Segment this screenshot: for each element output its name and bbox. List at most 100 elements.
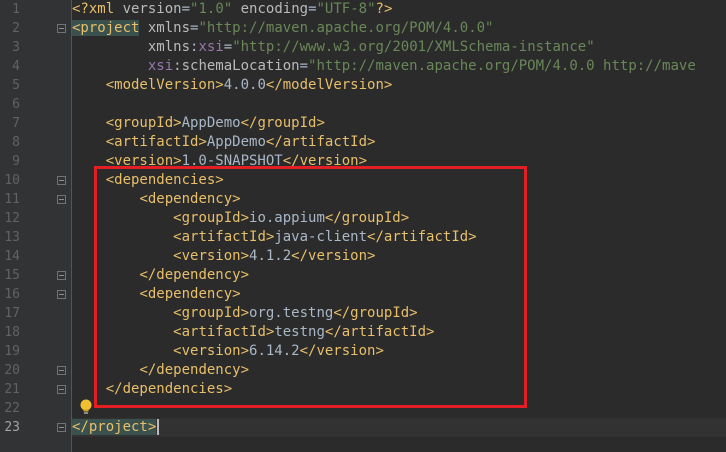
- code-token: =: [299, 58, 309, 74]
- code-token: <version>: [173, 248, 250, 264]
- fold-toggle-icon[interactable]: [57, 176, 66, 185]
- code-line[interactable]: <groupId>io.appium</groupId>: [72, 209, 726, 228]
- code-line[interactable]: </dependency>: [72, 361, 726, 380]
- code-line[interactable]: <artifactId>java-client</artifactId>: [72, 228, 726, 247]
- code-line[interactable]: [72, 399, 726, 418]
- code-line[interactable]: <version>4.1.2</version>: [72, 247, 726, 266]
- code-token: AppDemo: [181, 115, 241, 131]
- line-number: 12: [4, 211, 20, 226]
- line-number: 6: [12, 97, 20, 112]
- code-token: xmlns: [147, 39, 191, 55]
- text-caret: [157, 419, 160, 435]
- code-token: </project>: [72, 419, 157, 435]
- code-token: ?>: [375, 1, 393, 17]
- code-token: io.appium: [249, 210, 325, 226]
- code-token: =: [181, 1, 191, 17]
- code-token: <?: [72, 1, 89, 17]
- code-line-text: </dependencies>: [72, 380, 232, 399]
- code-line[interactable]: <version>6.14.2</version>: [72, 342, 726, 361]
- line-number: 1: [12, 2, 20, 17]
- code-token: </artifactId>: [324, 324, 435, 340]
- code-token: <artifactId>: [173, 229, 275, 245]
- code-token: xml: [88, 1, 123, 17]
- lightbulb-icon[interactable]: [79, 398, 93, 416]
- fold-toggle-icon[interactable]: [57, 195, 66, 204]
- line-number: 5: [12, 78, 20, 93]
- code-line[interactable]: <groupId>org.testng</groupId>: [72, 304, 726, 323]
- code-line-text: xmlns:xsi="http://www.w3.org/2001/XMLSch…: [72, 38, 595, 57]
- code-line[interactable]: [72, 95, 726, 114]
- code-line[interactable]: xsi:schemaLocation="http://maven.apache.…: [72, 57, 726, 76]
- code-line[interactable]: <modelVersion>4.0.0</modelVersion>: [72, 76, 726, 95]
- code-line[interactable]: xmlns:xsi="http://www.w3.org/2001/XMLSch…: [72, 38, 726, 57]
- code-token: </artifactId>: [367, 229, 477, 245]
- line-number: 11: [4, 192, 20, 207]
- code-line-text: <modelVersion>4.0.0</modelVersion>: [72, 76, 393, 95]
- code-line-text: <version>4.1.2</version>: [72, 247, 375, 266]
- fold-toggle-icon[interactable]: [57, 24, 66, 33]
- fold-toggle-icon[interactable]: [57, 290, 66, 299]
- code-token: encoding: [240, 1, 309, 17]
- code-token: "1.0": [190, 1, 233, 17]
- code-line[interactable]: <project xmlns="http://maven.apache.org/…: [72, 19, 726, 38]
- line-number: 7: [12, 116, 20, 131]
- code-token: </dependency>: [139, 267, 250, 283]
- code-line[interactable]: </project>: [72, 418, 726, 437]
- code-line[interactable]: <artifactId>testng</artifactId>: [72, 323, 726, 342]
- code-token: "http://maven.apache.org/POM/4.0.0 http:…: [308, 58, 696, 74]
- code-line-text: <groupId>AppDemo</groupId>: [72, 114, 325, 133]
- code-token: <modelVersion>: [105, 77, 224, 93]
- code-token: 6.14.2: [249, 343, 300, 359]
- line-number: 4: [12, 59, 20, 74]
- code-line-text: <artifactId>testng</artifactId>: [72, 323, 434, 342]
- fold-toggle-icon[interactable]: [57, 271, 66, 280]
- code-token: <dependency>: [139, 191, 241, 207]
- fold-toggle-icon[interactable]: [57, 385, 66, 394]
- code-line[interactable]: <groupId>AppDemo</groupId>: [72, 114, 726, 133]
- code-line-text: <artifactId>AppDemo</artifactId>: [72, 133, 376, 152]
- code-token: </groupId>: [240, 115, 325, 131]
- fold-toggle-icon[interactable]: [57, 366, 66, 375]
- code-line-text: <groupId>org.testng</groupId>: [72, 304, 417, 323]
- code-token: </modelVersion>: [265, 77, 393, 93]
- code-line-text: <groupId>io.appium</groupId>: [72, 209, 409, 228]
- fold-toggle-icon[interactable]: [57, 423, 66, 432]
- code-token: </version>: [282, 153, 368, 169]
- code-line[interactable]: <dependency>: [72, 285, 726, 304]
- code-token: </version>: [299, 343, 384, 359]
- code-line[interactable]: <version>1.0-SNAPSHOT</version>: [72, 152, 726, 171]
- code-line[interactable]: <dependencies>: [72, 171, 726, 190]
- code-editor[interactable]: 1 2 3 4 5 6 7 8 9 10 11 12 13 14 15 16 17 18 19 20 21 22 23 <?…: [0, 0, 726, 452]
- code-token: "UTF-8": [316, 1, 376, 17]
- code-token: <artifactId>: [173, 324, 275, 340]
- code-line[interactable]: </dependency>: [72, 266, 726, 285]
- code-line-text: xsi:schemaLocation="http://maven.apache.…: [72, 57, 696, 76]
- code-line[interactable]: <?xml version="1.0" encoding="UTF-8"?>: [72, 0, 726, 19]
- line-number: 18: [4, 325, 20, 340]
- code-area[interactable]: <?xml version="1.0" encoding="UTF-8"?> <p…: [72, 0, 726, 452]
- line-number: 2: [12, 21, 20, 36]
- line-number-gutter[interactable]: 1 2 3 4 5 6 7 8 9 10 11 12 13 14 15 16 17 18 19 20 21 22 23: [0, 0, 72, 452]
- line-number: 8: [12, 135, 20, 150]
- code-line-text: <dependencies>: [72, 171, 224, 190]
- code-token: <version>: [173, 343, 250, 359]
- code-token: <dependencies>: [105, 172, 224, 188]
- code-token: xmlns: [147, 20, 191, 36]
- line-number: 13: [4, 230, 20, 245]
- code-line-text: <version>6.14.2</version>: [72, 342, 384, 361]
- code-token: <groupId>: [173, 210, 250, 226]
- code-line[interactable]: </dependencies>: [72, 380, 726, 399]
- code-line[interactable]: <dependency>: [72, 190, 726, 209]
- code-line[interactable]: <artifactId>AppDemo</artifactId>: [72, 133, 726, 152]
- line-number: 22: [4, 401, 20, 416]
- code-line-text: <artifactId>java-client</artifactId>: [72, 228, 477, 247]
